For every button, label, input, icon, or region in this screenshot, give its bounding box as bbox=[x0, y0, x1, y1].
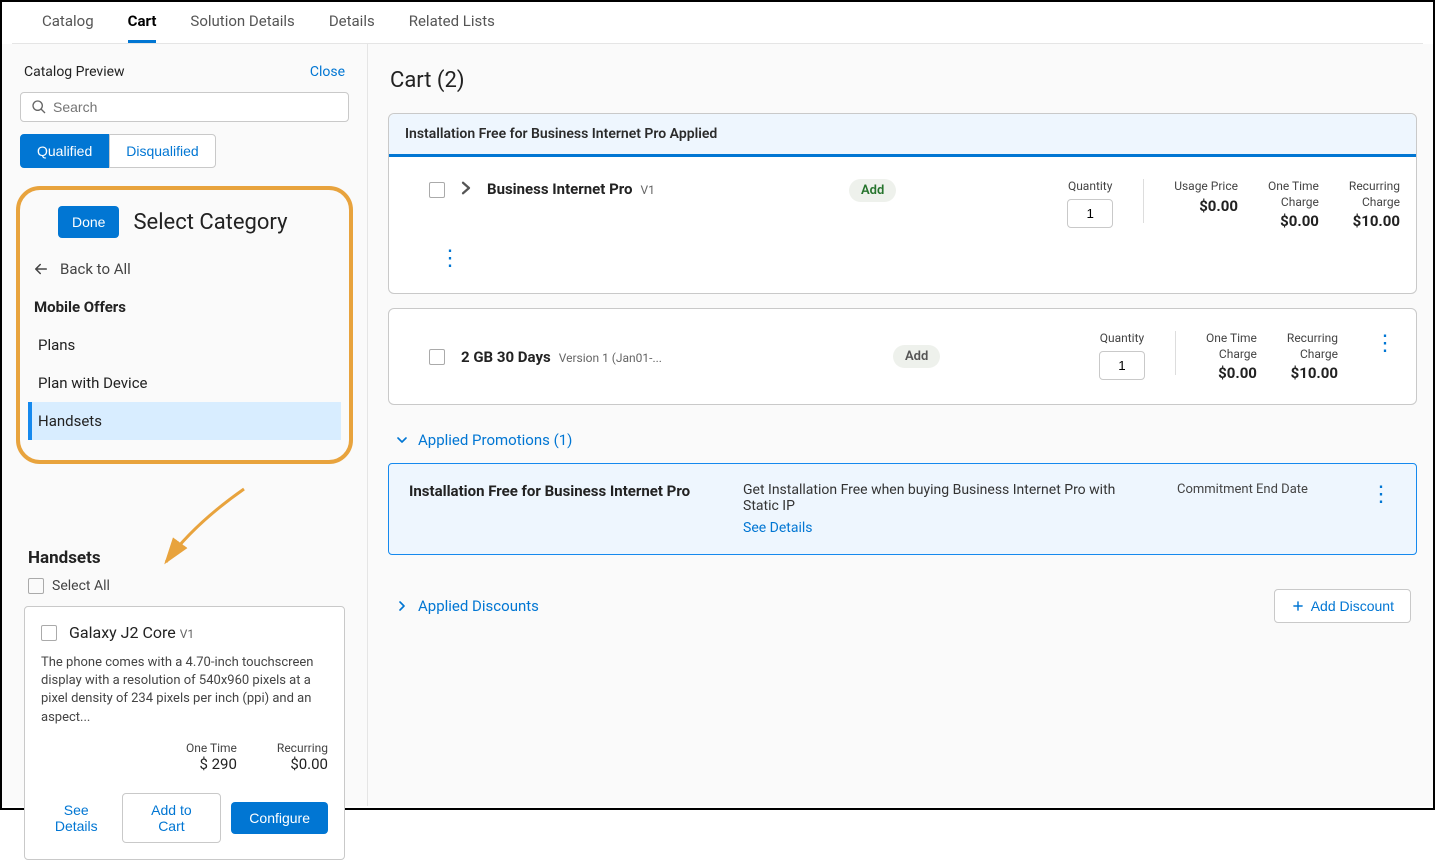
configure-button[interactable]: Configure bbox=[231, 802, 328, 834]
category-plan-with-device[interactable]: Plan with Device bbox=[28, 364, 341, 402]
quantity-label: Quantity bbox=[1067, 179, 1113, 195]
usage-price-label: Usage Price bbox=[1174, 179, 1238, 195]
chevron-down-icon bbox=[394, 432, 410, 448]
tab-details[interactable]: Details bbox=[329, 12, 375, 43]
product-name: Galaxy J2 CoreV1 bbox=[69, 623, 194, 642]
category-group-title: Mobile Offers bbox=[28, 292, 341, 326]
top-tabs: Catalog Cart Solution Details Details Re… bbox=[12, 2, 1423, 44]
line-item-name: 2 GB 30 Days bbox=[461, 348, 551, 366]
product-description: The phone comes with a 4.70-inch touchsc… bbox=[41, 654, 328, 727]
recurring-charge-label2: Charge bbox=[1287, 347, 1338, 363]
one-time-charge-label2: Charge bbox=[1268, 195, 1319, 211]
product-version: V1 bbox=[180, 627, 194, 641]
promo-see-details-link[interactable]: See Details bbox=[743, 520, 1133, 536]
quantity-input[interactable] bbox=[1067, 199, 1113, 228]
one-time-charge-value: $0.00 bbox=[1268, 212, 1319, 230]
handsets-section-title: Handsets bbox=[16, 464, 353, 578]
one-time-charge-value: $0.00 bbox=[1206, 364, 1257, 382]
category-selection-highlight: Done Select Category Back to All Mobile … bbox=[16, 186, 353, 464]
recurring-charge-label1: Recurring bbox=[1349, 179, 1400, 195]
recurring-label: Recurring bbox=[277, 741, 328, 755]
search-box[interactable] bbox=[20, 92, 349, 122]
cart-item-card: Installation Free for Business Internet … bbox=[388, 113, 1417, 294]
line-item-checkbox[interactable] bbox=[429, 349, 445, 365]
promo-description: Get Installation Free when buying Busine… bbox=[743, 482, 1115, 514]
cart-title: Cart (2) bbox=[388, 68, 1417, 93]
back-to-all-label: Back to All bbox=[60, 260, 131, 278]
close-link[interactable]: Close bbox=[310, 64, 345, 80]
sidebar-title: Catalog Preview bbox=[24, 64, 125, 80]
divider bbox=[1143, 179, 1144, 223]
one-time-charge-label1: One Time bbox=[1268, 179, 1319, 195]
tab-catalog[interactable]: Catalog bbox=[42, 12, 94, 43]
search-icon bbox=[31, 99, 47, 115]
one-time-charge-label1: One Time bbox=[1206, 331, 1257, 347]
done-button[interactable]: Done bbox=[58, 206, 119, 238]
arrow-left-icon bbox=[32, 260, 50, 278]
product-checkbox[interactable] bbox=[41, 625, 57, 641]
search-input[interactable] bbox=[53, 99, 338, 115]
add-discount-label: Add Discount bbox=[1311, 598, 1394, 614]
add-pill[interactable]: Add bbox=[849, 179, 896, 202]
applied-promotions-label: Applied Promotions (1) bbox=[418, 431, 572, 449]
chevron-right-icon bbox=[394, 598, 410, 614]
product-card: Galaxy J2 CoreV1 The phone comes with a … bbox=[24, 606, 345, 860]
tab-related-lists[interactable]: Related Lists bbox=[409, 12, 495, 43]
select-all-checkbox[interactable] bbox=[28, 578, 44, 594]
promo-title: Installation Free for Business Internet … bbox=[409, 482, 719, 500]
recurring-charge-value: $10.00 bbox=[1349, 212, 1400, 230]
one-time-label: One Time bbox=[186, 741, 237, 755]
qualified-button[interactable]: Qualified bbox=[20, 134, 109, 168]
select-all-row[interactable]: Select All bbox=[16, 578, 353, 606]
disqualified-button[interactable]: Disqualified bbox=[109, 134, 215, 168]
select-category-title: Select Category bbox=[133, 210, 287, 235]
add-discount-button[interactable]: Add Discount bbox=[1274, 589, 1411, 623]
applied-discounts-toggle[interactable]: Applied Discounts bbox=[394, 597, 539, 615]
more-actions-icon[interactable]: ⋮ bbox=[1364, 482, 1396, 507]
select-all-label: Select All bbox=[52, 578, 110, 594]
commitment-end-date-label: Commitment End Date bbox=[1157, 482, 1340, 497]
category-plans[interactable]: Plans bbox=[28, 326, 341, 364]
applied-promotions-toggle[interactable]: Applied Promotions (1) bbox=[394, 431, 1417, 449]
expand-icon[interactable] bbox=[457, 179, 475, 197]
category-handsets[interactable]: Handsets bbox=[28, 402, 341, 440]
more-actions-icon[interactable]: ⋮ bbox=[1368, 331, 1400, 356]
cart-content: Cart (2) Installation Free for Business … bbox=[368, 44, 1433, 806]
line-item-version: V1 bbox=[640, 183, 654, 197]
applied-discounts-label: Applied Discounts bbox=[418, 597, 539, 615]
line-item-checkbox[interactable] bbox=[429, 182, 445, 198]
line-item-name: Business Internet Pro bbox=[487, 180, 632, 198]
catalog-preview-sidebar: Catalog Preview Close Qualified Disquali… bbox=[2, 44, 368, 806]
usage-price-value: $0.00 bbox=[1174, 197, 1238, 215]
one-time-charge-label2: Charge bbox=[1206, 347, 1257, 363]
add-to-cart-button[interactable]: Add to Cart bbox=[122, 793, 222, 843]
recurring-charge-label2: Charge bbox=[1349, 195, 1400, 211]
plus-icon bbox=[1291, 599, 1305, 613]
quantity-label: Quantity bbox=[1099, 331, 1145, 347]
qualified-toggle: Qualified Disqualified bbox=[20, 134, 349, 168]
promotion-detail-box: Installation Free for Business Internet … bbox=[388, 463, 1417, 555]
promotion-banner: Installation Free for Business Internet … bbox=[389, 114, 1416, 157]
quantity-input[interactable] bbox=[1099, 351, 1145, 380]
add-pill[interactable]: Add bbox=[893, 345, 940, 368]
see-details-link[interactable]: See Details bbox=[41, 802, 112, 834]
recurring-charge-value: $10.00 bbox=[1287, 364, 1338, 382]
recurring-charge-label1: Recurring bbox=[1287, 331, 1338, 347]
more-actions-icon[interactable]: ⋮ bbox=[433, 246, 465, 271]
one-time-value: $ 290 bbox=[186, 755, 237, 773]
line-item-version: Version 1 (Jan01-... bbox=[559, 351, 662, 365]
recurring-value: $0.00 bbox=[277, 755, 328, 773]
cart-item-card: 2 GB 30 Days Version 1 (Jan01-... Add Qu… bbox=[388, 308, 1417, 405]
back-to-all-link[interactable]: Back to All bbox=[28, 252, 341, 292]
tab-solution-details[interactable]: Solution Details bbox=[190, 12, 294, 43]
tab-cart[interactable]: Cart bbox=[128, 12, 157, 43]
divider bbox=[1175, 331, 1176, 375]
